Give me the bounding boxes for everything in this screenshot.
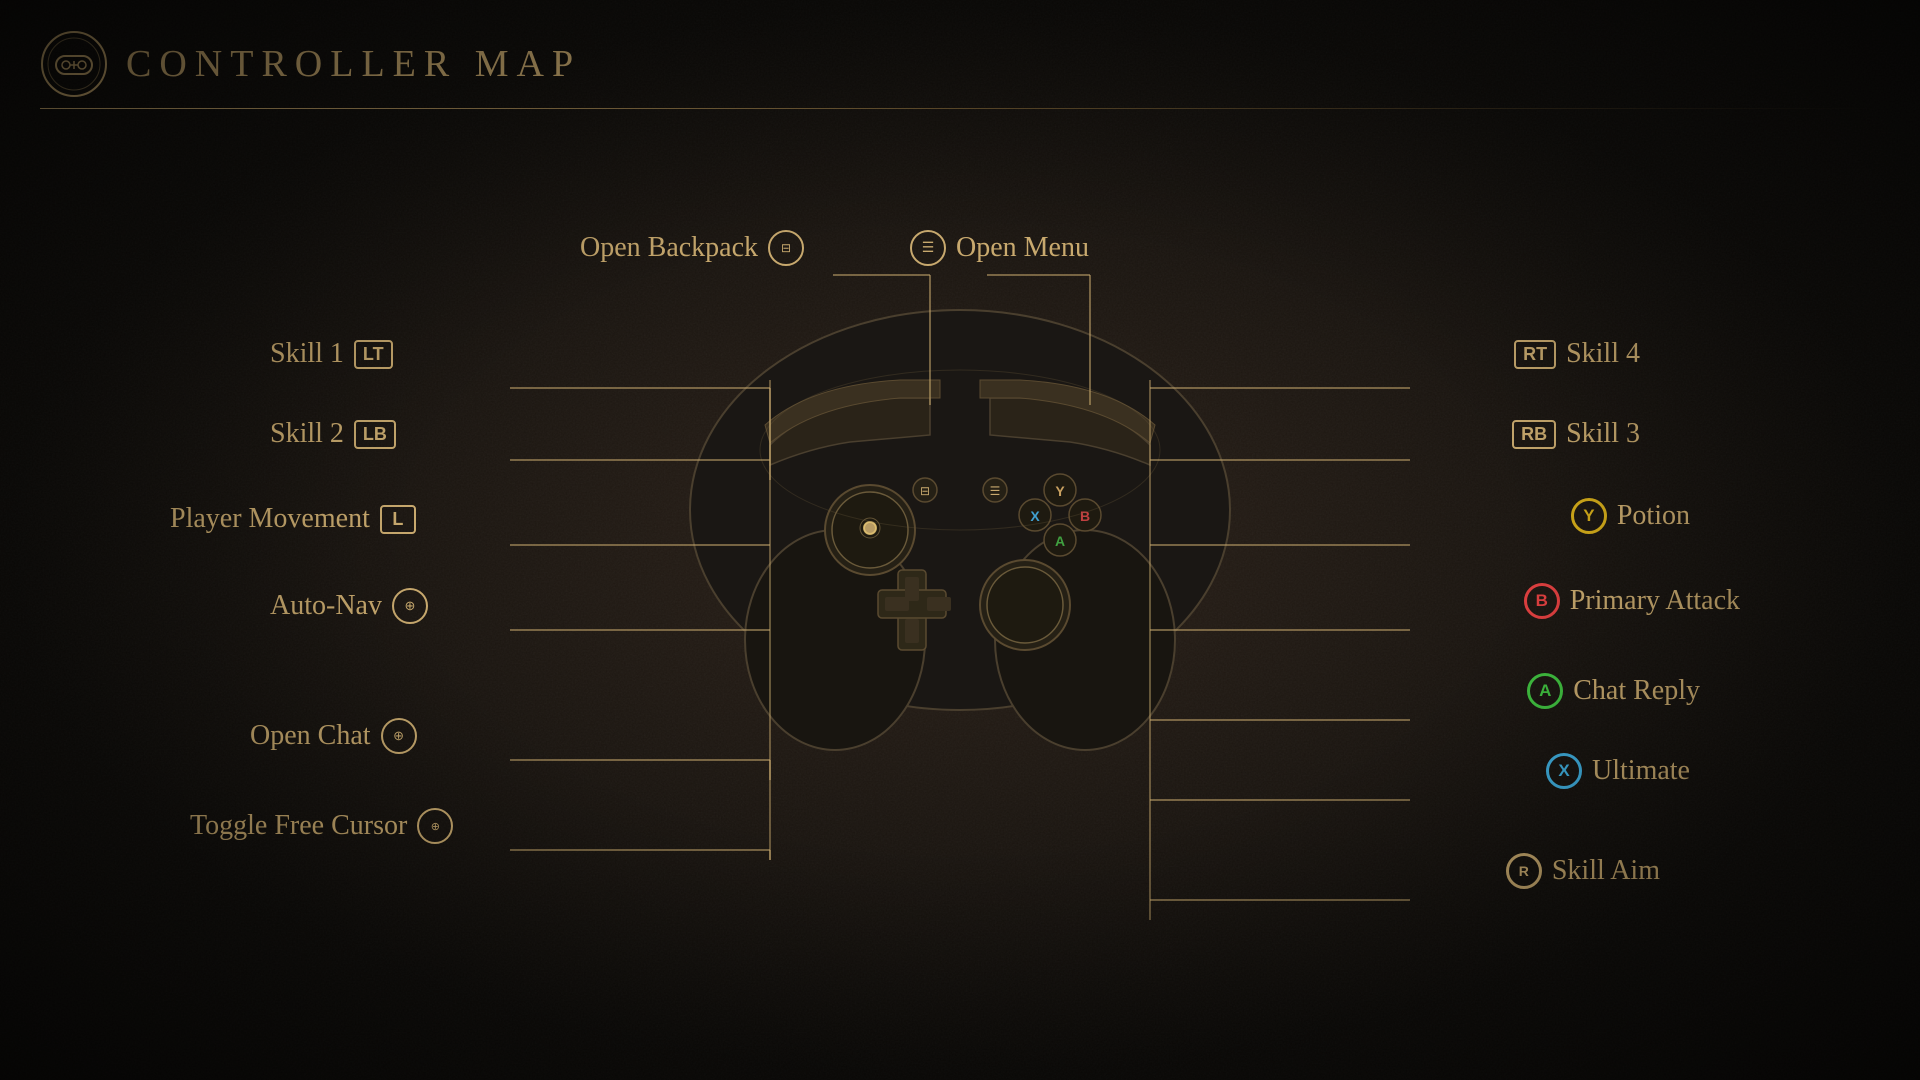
skill1-label: Skill 1 LT bbox=[270, 338, 393, 370]
skill1-text: Skill 1 bbox=[270, 338, 344, 370]
skill4-text: Skill 4 bbox=[1566, 338, 1640, 370]
primary-attack-text: Primary Attack bbox=[1570, 585, 1740, 617]
open-menu-text: Open Menu bbox=[956, 232, 1089, 264]
chat-reply-label: A Chat Reply bbox=[1527, 673, 1700, 709]
toggle-cursor-button: ⊕ bbox=[417, 808, 453, 844]
controller-map: Y B A X ⊟ ☰ bbox=[110, 120, 1810, 1020]
svg-text:A: A bbox=[1055, 533, 1065, 549]
skill-aim-label: R Skill Aim bbox=[1506, 853, 1660, 889]
open-backpack-label: Open Backpack ⊟ bbox=[580, 230, 804, 266]
open-chat-text: Open Chat bbox=[250, 720, 371, 752]
toggle-cursor-text: Toggle Free Cursor bbox=[190, 810, 407, 842]
skill-aim-text: Skill Aim bbox=[1552, 855, 1660, 887]
a-button: A bbox=[1527, 673, 1563, 709]
y-button: Y bbox=[1571, 498, 1607, 534]
l-button: L bbox=[380, 505, 416, 534]
open-chat-label: Open Chat ⊕ bbox=[250, 718, 417, 754]
open-chat-button: ⊕ bbox=[381, 718, 417, 754]
lb-button: LB bbox=[354, 420, 396, 449]
ultimate-label: X Ultimate bbox=[1546, 753, 1690, 789]
open-backpack-text: Open Backpack bbox=[580, 232, 758, 264]
b-button: B bbox=[1524, 583, 1560, 619]
rt-button: RT bbox=[1514, 340, 1556, 369]
skill3-text: Skill 3 bbox=[1566, 418, 1640, 450]
lt-button: LT bbox=[354, 340, 393, 369]
skill2-label: Skill 2 LB bbox=[270, 418, 396, 450]
skill2-text: Skill 2 bbox=[270, 418, 344, 450]
primary-attack-label: B Primary Attack bbox=[1524, 583, 1740, 619]
open-menu-button: ☰ bbox=[910, 230, 946, 266]
autonav-text: Auto-Nav bbox=[270, 590, 382, 622]
toggle-cursor-label: Toggle Free Cursor ⊕ bbox=[190, 808, 453, 844]
svg-text:X: X bbox=[1030, 508, 1040, 524]
x-button: X bbox=[1546, 753, 1582, 789]
open-menu-label: ☰ Open Menu bbox=[910, 230, 1089, 266]
chat-reply-text: Chat Reply bbox=[1573, 675, 1700, 707]
autonav-button: ⊕ bbox=[392, 588, 428, 624]
skill4-label: RT Skill 4 bbox=[1514, 338, 1640, 370]
skill3-label: RB Skill 3 bbox=[1512, 418, 1640, 450]
svg-text:B: B bbox=[1080, 508, 1090, 524]
player-movement-text: Player Movement bbox=[170, 503, 370, 535]
player-movement-label: Player Movement L bbox=[170, 503, 416, 535]
autonav-label: Auto-Nav ⊕ bbox=[270, 588, 428, 624]
r-button: R bbox=[1506, 853, 1542, 889]
potion-text: Potion bbox=[1617, 500, 1690, 532]
ultimate-text: Ultimate bbox=[1592, 755, 1690, 787]
rb-button: RB bbox=[1512, 420, 1556, 449]
main-content: Y B A X ⊟ ☰ bbox=[0, 0, 1920, 1080]
potion-label: Y Potion bbox=[1571, 498, 1690, 534]
svg-text:☰: ☰ bbox=[990, 484, 1001, 498]
svg-text:Y: Y bbox=[1055, 483, 1065, 499]
svg-text:⊟: ⊟ bbox=[920, 484, 930, 498]
open-backpack-button: ⊟ bbox=[768, 230, 804, 266]
